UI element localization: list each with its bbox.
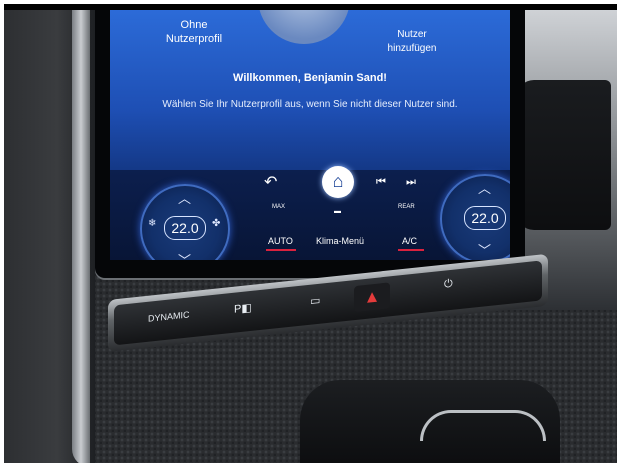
welcome-subtitle: Wählen Sie Ihr Nutzerprofil aus, wenn Si…: [162, 99, 458, 110]
left-silver-rim: [72, 10, 90, 467]
infotainment-display: Ohne Nutzerprofil Nutzer hinzufügen Will…: [110, 10, 510, 260]
profile-avatar[interactable]: [258, 10, 350, 44]
home-button[interactable]: ⌂: [322, 166, 354, 198]
auto-underline: [266, 249, 296, 251]
hazard-icon: ▲: [363, 286, 381, 308]
car-icon: ▬: [334, 208, 341, 215]
right-air-vent: [516, 80, 611, 230]
no-profile-option[interactable]: Ohne Nutzerprofil: [144, 18, 244, 46]
chevron-up-icon[interactable]: ︿: [178, 188, 191, 207]
klima-menu-button[interactable]: Klima-Menü: [316, 236, 364, 246]
ac-underline: [398, 249, 424, 251]
parking-camera-icon[interactable]: P◧: [234, 301, 252, 316]
left-temp-dial[interactable]: ︿ ﹀ ❄ ✤ 22.0: [140, 184, 230, 260]
hazard-button[interactable]: ▲: [354, 282, 390, 313]
left-temp-value: 22.0: [164, 216, 206, 240]
previous-track-icon[interactable]: ⏮: [376, 176, 386, 189]
rear-defrost-label[interactable]: REAR: [398, 204, 415, 210]
back-icon[interactable]: ↶: [264, 172, 277, 192]
right-temp-dial[interactable]: ︿ ﹀ 22.0: [440, 174, 510, 260]
top-black-bar: [0, 0, 621, 10]
welcome-title: Willkommen, Benjamin Sand!: [233, 72, 387, 84]
next-track-icon[interactable]: ⏭: [406, 176, 416, 189]
auto-button[interactable]: AUTO: [268, 236, 293, 246]
snow-icon: ❄: [148, 218, 157, 229]
fan-icon: ✤: [212, 218, 221, 229]
climate-bar: ︿ ﹀ ❄ ✤ 22.0 ↶ ⌂ ⏮ ⏭ MAX ▬ REAR AUTO Kli…: [110, 166, 510, 260]
dynamic-select-button[interactable]: DYNAMIC: [148, 309, 190, 323]
cupholder-rim: [420, 410, 546, 441]
chevron-down-icon[interactable]: ﹀: [178, 250, 191, 260]
add-user-option[interactable]: Nutzer hinzufügen: [372, 28, 452, 56]
car-settings-icon[interactable]: ▭: [310, 294, 320, 308]
chevron-down-icon-right[interactable]: ﹀: [478, 240, 491, 259]
max-defrost-label[interactable]: MAX: [272, 204, 285, 210]
ac-button[interactable]: A/C: [402, 236, 417, 246]
power-icon[interactable]: ⏻: [444, 278, 453, 292]
chevron-up-icon-right[interactable]: ︿: [478, 178, 491, 197]
right-temp-value: 22.0: [464, 206, 506, 230]
home-icon: ⌂: [332, 171, 344, 191]
